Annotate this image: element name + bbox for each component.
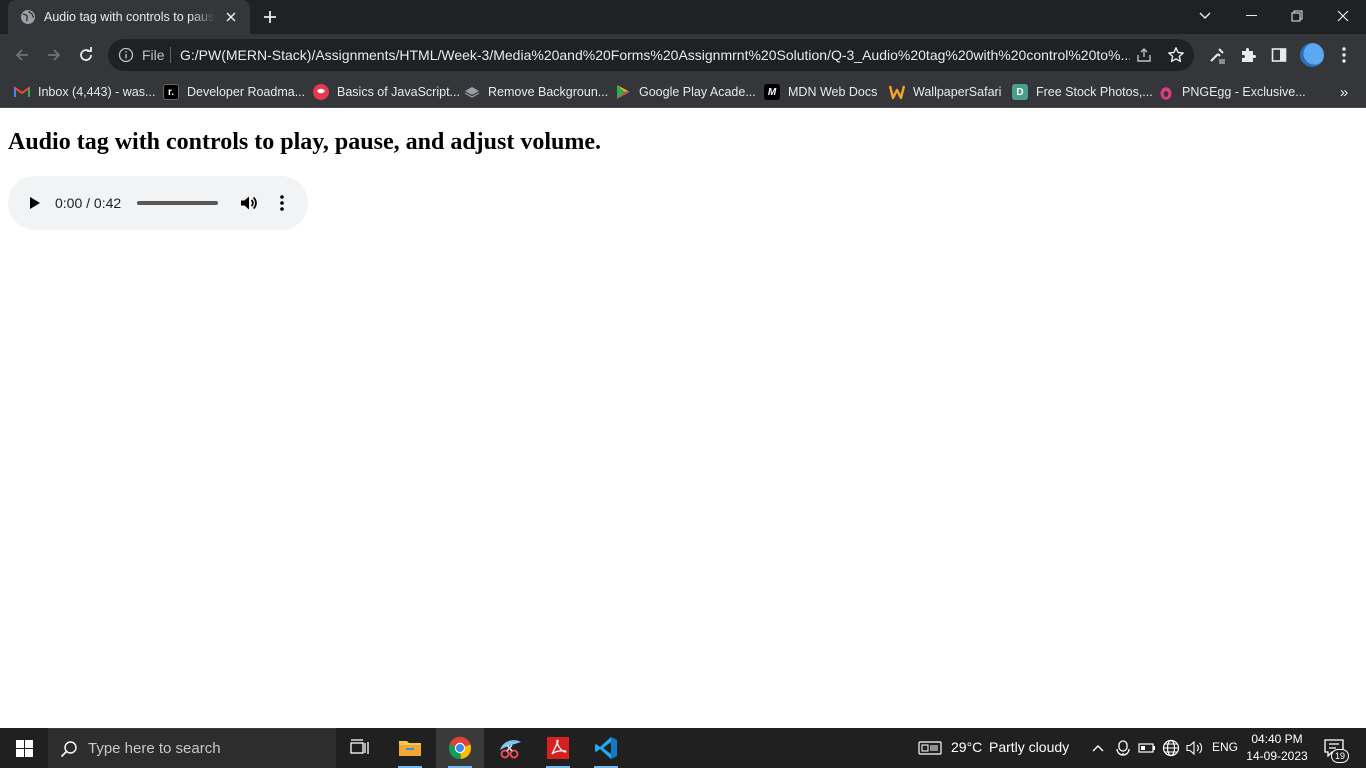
- snipping-tool-icon[interactable]: [486, 728, 534, 768]
- taskbar-search-box[interactable]: Type here to search: [48, 728, 336, 768]
- reload-button[interactable]: [72, 41, 100, 69]
- page-heading: Audio tag with controls to play, pause, …: [8, 129, 601, 155]
- search-placeholder: Type here to search: [88, 740, 221, 757]
- audio-progress-slider[interactable]: [137, 201, 218, 205]
- bookmark-item[interactable]: Basics of JavaScript...: [313, 82, 460, 102]
- page-content: Audio tag with controls to play, pause, …: [0, 109, 1366, 728]
- url-separator: [170, 47, 171, 63]
- chrome-taskbar-icon[interactable]: [436, 728, 484, 768]
- play-icon[interactable]: [24, 192, 46, 214]
- acrobat-reader-icon[interactable]: [534, 728, 582, 768]
- bookmark-item[interactable]: M MDN Web Docs: [764, 82, 877, 102]
- google-play-icon: [615, 84, 631, 100]
- windows-taskbar: Type here to search 29°C Partly cloudy E…: [0, 728, 1366, 768]
- tab-title: Audio tag with controls to pause, play, …: [44, 10, 216, 24]
- weather-temperature[interactable]: 29°C: [951, 739, 982, 755]
- clock-date: 14-09-2023: [1246, 749, 1308, 763]
- audio-player[interactable]: 0:00 / 0:42: [8, 176, 308, 230]
- bookmarks-overflow-icon[interactable]: »: [1334, 82, 1354, 102]
- pngegg-icon: [1158, 84, 1174, 100]
- new-tab-button[interactable]: [258, 6, 282, 28]
- bookmark-item[interactable]: Inbox (4,443) - was...: [14, 82, 155, 102]
- bookmark-item[interactable]: Remove Backgroun...: [464, 82, 608, 102]
- windows-start-icon[interactable]: [0, 728, 48, 768]
- bookmark-star-icon[interactable]: [1166, 45, 1186, 65]
- roadmap-icon: r.: [163, 84, 179, 100]
- notification-count-badge: 19: [1331, 749, 1349, 763]
- bookmark-item[interactable]: D Free Stock Photos,...: [1012, 82, 1153, 102]
- bookmark-item[interactable]: Google Play Acade...: [615, 82, 756, 102]
- url-scheme-label: File: [142, 47, 165, 63]
- audio-more-options-icon[interactable]: [271, 192, 293, 214]
- remove-bg-icon: [464, 84, 480, 100]
- network-globe-icon[interactable]: [1161, 738, 1181, 758]
- stock-photos-icon: D: [1012, 84, 1028, 100]
- browser-toolbar: File G:/PW(MERN-Stack)/Assignments/HTML/…: [0, 34, 1366, 76]
- share-icon[interactable]: [1134, 45, 1154, 65]
- bookmark-item[interactable]: r. Developer Roadma...: [163, 82, 305, 102]
- info-icon[interactable]: [118, 47, 134, 63]
- weather-icon[interactable]: [918, 738, 942, 758]
- search-icon: [60, 740, 78, 758]
- browser-tab-active[interactable]: Audio tag with controls to pause, play, …: [8, 0, 250, 34]
- url-text[interactable]: G:/PW(MERN-Stack)/Assignments/HTML/Week-…: [180, 47, 1130, 63]
- address-bar[interactable]: File G:/PW(MERN-Stack)/Assignments/HTML/…: [108, 39, 1194, 71]
- speaker-icon[interactable]: [1185, 738, 1205, 758]
- file-explorer-icon[interactable]: [386, 728, 434, 768]
- back-button[interactable]: [8, 41, 36, 69]
- audio-time: 0:00 / 0:42: [55, 195, 122, 211]
- tab-close-icon[interactable]: [222, 8, 240, 26]
- globe-icon: [20, 9, 36, 25]
- eyedropper-extension-icon[interactable]: [1206, 44, 1228, 66]
- clock-time: 04:40 PM: [1251, 732, 1303, 746]
- task-view-icon[interactable]: [336, 728, 384, 768]
- weather-condition[interactable]: Partly cloudy: [989, 739, 1069, 755]
- kebab-menu-icon[interactable]: [1333, 44, 1355, 66]
- wallpapersafari-icon: [889, 84, 905, 100]
- bookmark-item[interactable]: WallpaperSafari: [889, 82, 1001, 102]
- close-window-button[interactable]: [1320, 0, 1366, 32]
- meet-now-icon[interactable]: [1113, 738, 1133, 758]
- js-basics-icon: [313, 84, 329, 100]
- mdn-icon: M: [764, 84, 780, 100]
- vscode-icon[interactable]: [582, 728, 630, 768]
- side-panel-icon[interactable]: [1268, 44, 1290, 66]
- tab-strip: Audio tag with controls to pause, play, …: [0, 0, 1366, 34]
- extensions-puzzle-icon[interactable]: [1237, 44, 1259, 66]
- forward-button[interactable]: [40, 41, 68, 69]
- input-language[interactable]: ENG: [1212, 740, 1238, 754]
- taskbar-clock[interactable]: 04:40 PM 14-09-2023: [1244, 731, 1310, 765]
- bookmarks-bar: Inbox (4,443) - was... r. Developer Road…: [0, 76, 1366, 108]
- bookmark-item[interactable]: PNGEgg - Exclusive...: [1158, 82, 1306, 102]
- chevron-up-icon[interactable]: [1088, 738, 1108, 758]
- profile-avatar[interactable]: [1300, 43, 1324, 67]
- tab-search-icon[interactable]: [1182, 0, 1228, 32]
- volume-icon[interactable]: [238, 192, 260, 214]
- restore-button[interactable]: [1274, 0, 1320, 32]
- gmail-icon: [14, 84, 30, 100]
- minimize-button[interactable]: [1228, 0, 1274, 32]
- battery-icon[interactable]: [1137, 738, 1157, 758]
